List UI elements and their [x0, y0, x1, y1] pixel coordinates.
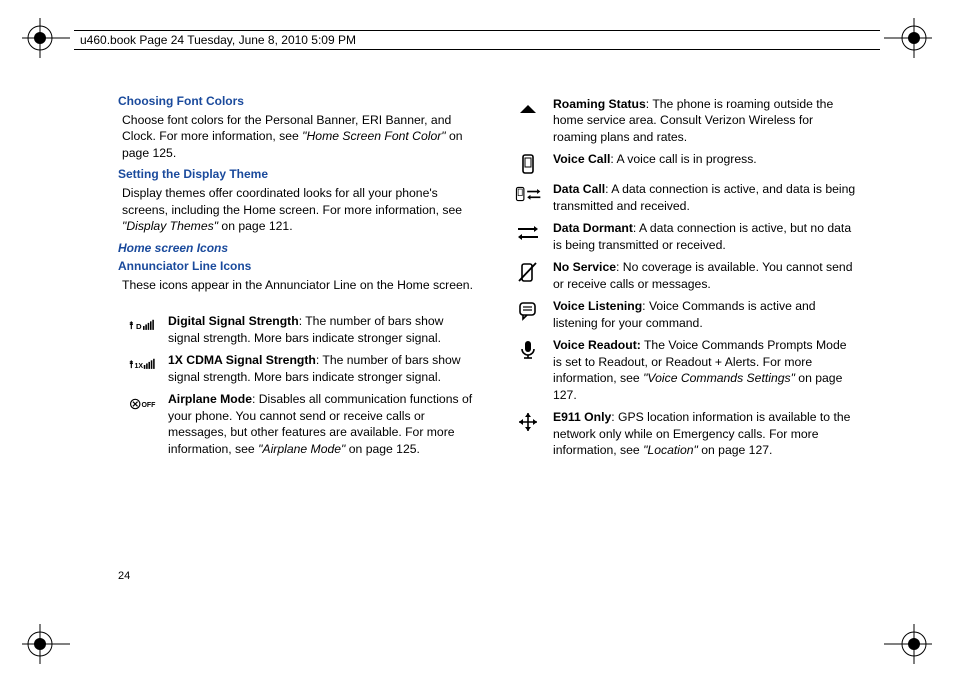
- heading-home-screen-icons: Home screen Icons: [118, 241, 473, 255]
- icon-row-data-dormant: Data Dormant: A data connection is activ…: [503, 220, 858, 253]
- voice-readout-icon: [503, 337, 553, 361]
- left-column: Choosing Font Colors Choose font colors …: [118, 92, 473, 582]
- icon-row-voice-call: Voice Call: A voice call is in progress.: [503, 151, 858, 175]
- icon-row-data-call: Data Call: A data connection is active, …: [503, 181, 858, 214]
- crop-mark-br: [884, 620, 932, 668]
- no-service-icon: [503, 259, 553, 283]
- icon-row-no-service: No Service: No coverage is available. Yo…: [503, 259, 858, 292]
- data-dormant-icon: [503, 220, 553, 244]
- heading-display-theme: Setting the Display Theme: [118, 167, 473, 181]
- airplane-mode-icon: OFF: [118, 391, 168, 415]
- page-number: 24: [118, 570, 130, 582]
- roaming-icon: [503, 96, 553, 120]
- heading-font-colors: Choosing Font Colors: [118, 94, 473, 108]
- para-annunciator: These icons appear in the Annunciator Li…: [122, 277, 473, 293]
- page-body: Choosing Font Colors Choose font colors …: [118, 92, 858, 582]
- icon-row-e911: E911 Only: GPS location information is a…: [503, 409, 858, 458]
- para-display-theme: Display themes offer coordinated looks f…: [122, 185, 473, 234]
- icon-row-digital-signal: D Digital Signal Strength: The number of…: [118, 313, 473, 346]
- digital-signal-icon: D: [118, 313, 168, 337]
- para-font-colors: Choose font colors for the Personal Bann…: [122, 112, 473, 161]
- icon-row-voice-readout: Voice Readout: The Voice Commands Prompt…: [503, 337, 858, 403]
- data-call-icon: [503, 181, 553, 205]
- right-column: Roaming Status: The phone is roaming out…: [503, 92, 858, 582]
- crop-mark-tr: [884, 14, 932, 62]
- svg-text:D: D: [136, 322, 142, 331]
- crop-mark-tl: [22, 14, 70, 62]
- svg-text:OFF: OFF: [141, 402, 156, 409]
- voice-call-icon: [503, 151, 553, 175]
- icon-row-airplane-mode: OFF Airplane Mode: Disables all communic…: [118, 391, 473, 457]
- icon-row-1x-signal: 1X 1X CDMA Signal Strength: The number o…: [118, 352, 473, 385]
- cdma-1x-signal-icon: 1X: [118, 352, 168, 376]
- e911-icon: [503, 409, 553, 433]
- icon-row-voice-listening: Voice Listening: Voice Commands is activ…: [503, 298, 858, 331]
- document-header-text: u460.book Page 24 Tuesday, June 8, 2010 …: [80, 33, 356, 47]
- icon-row-roaming: Roaming Status: The phone is roaming out…: [503, 96, 858, 145]
- crop-mark-bl: [22, 620, 70, 668]
- svg-text:1X: 1X: [134, 363, 143, 370]
- heading-annunciator-line-icons: Annunciator Line Icons: [118, 259, 473, 273]
- document-header: u460.book Page 24 Tuesday, June 8, 2010 …: [74, 30, 880, 50]
- voice-listening-icon: [503, 298, 553, 322]
